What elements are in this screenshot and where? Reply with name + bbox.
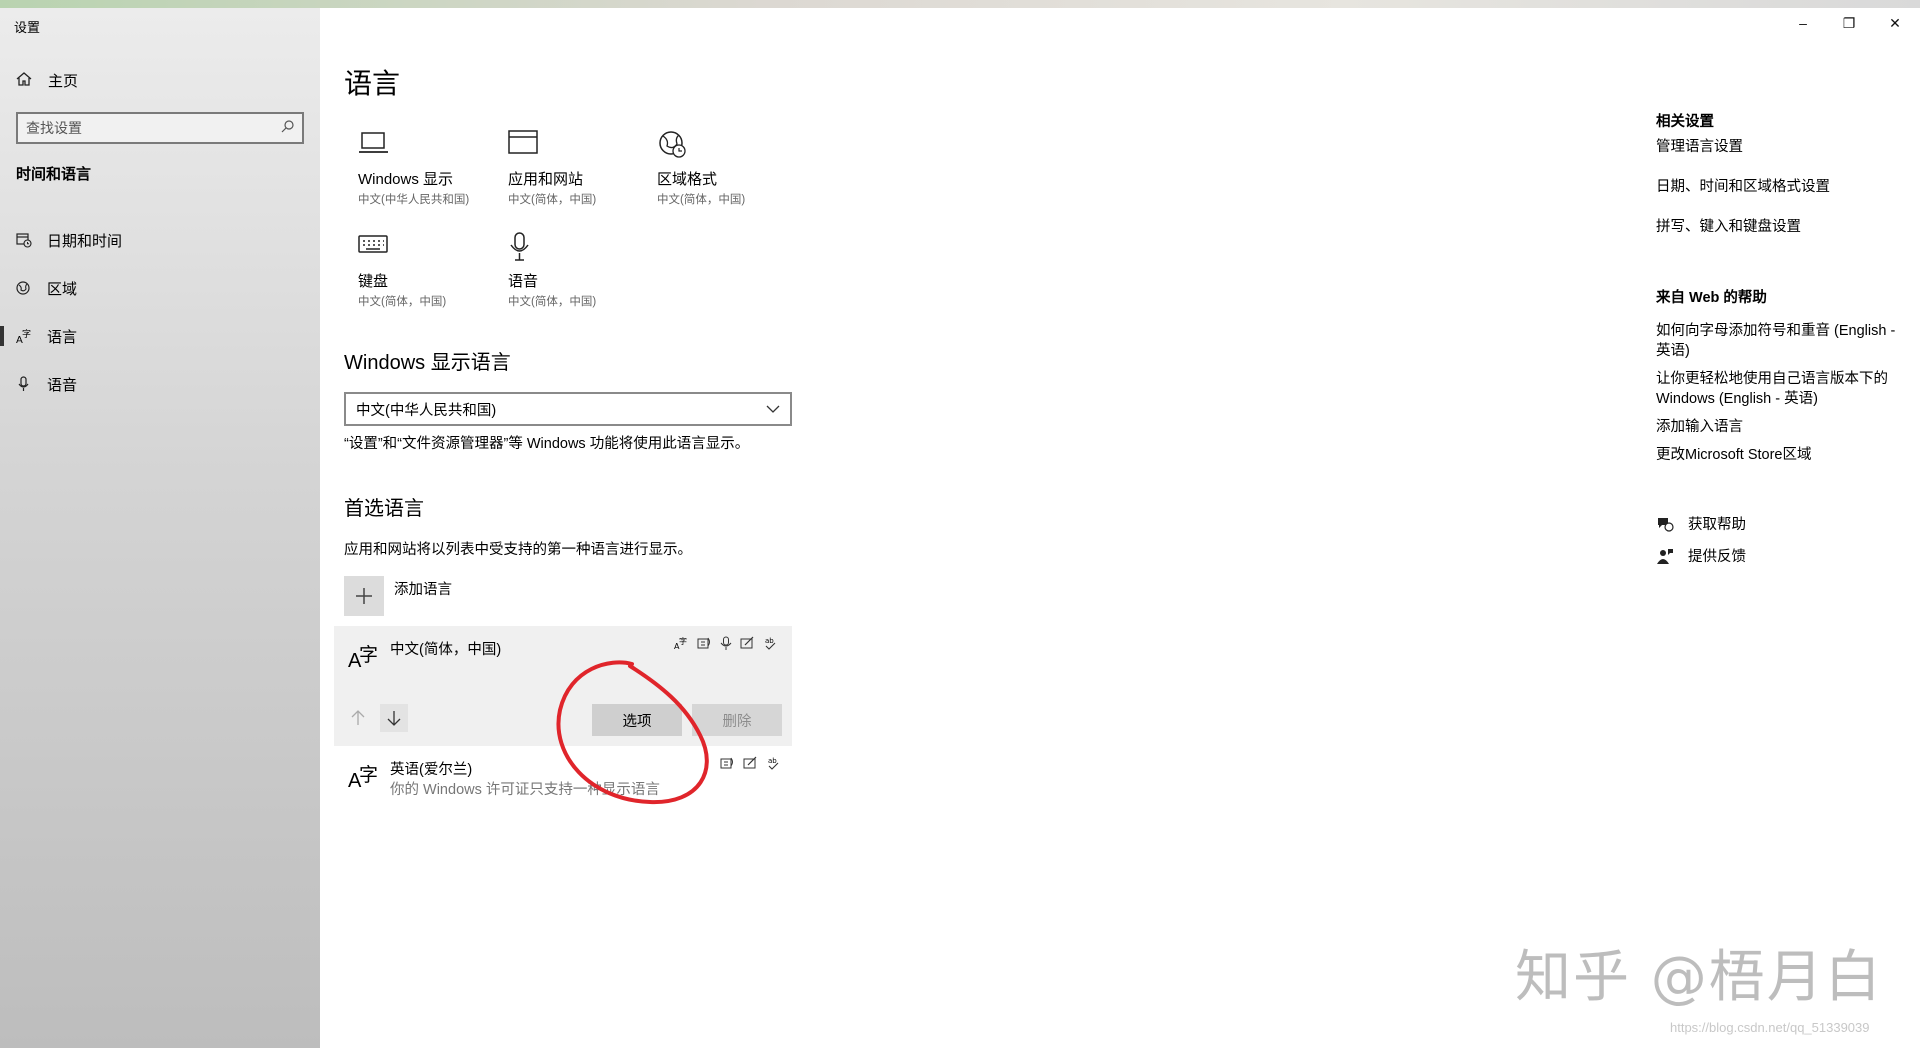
svg-text:ab: ab — [768, 757, 777, 765]
move-up-button[interactable] — [344, 704, 372, 732]
region-format-icon — [657, 130, 797, 164]
related-settings-heading: 相关设置 — [1656, 114, 1714, 130]
preferred-languages-note: 应用和网站将以列表中受支持的第一种语言进行显示。 — [344, 542, 692, 558]
svg-text:ab: ab — [765, 637, 774, 645]
tile-windows-display[interactable]: Windows 显示 中文(中华人民共和国) — [358, 130, 498, 207]
chat-help-icon — [1658, 517, 1674, 532]
page-title: 语言 — [344, 68, 401, 99]
text-to-speech-feature-icon — [720, 757, 733, 769]
search-input[interactable]: 查找设置 — [16, 112, 304, 144]
restore-button[interactable]: ❐ — [1826, 8, 1872, 38]
link-add-input-language[interactable]: 添加输入语言 — [1656, 417, 1906, 437]
title-strip — [0, 0, 1920, 8]
arrow-up-icon — [351, 710, 365, 725]
tile-value: 中文(简体，中国) — [657, 194, 746, 206]
calendar-clock-icon — [16, 232, 32, 248]
minimize-button[interactable]: – — [1780, 8, 1826, 38]
app-title: 设置 — [14, 20, 41, 35]
tile-apps-websites[interactable]: 应用和网站 中文(简体，中国) — [508, 130, 648, 207]
plus-icon — [356, 588, 372, 604]
link-accents-help[interactable]: 如何向字母添加符号和重音 (English - 英语) — [1656, 321, 1906, 361]
home-icon — [16, 71, 48, 91]
link-spelling-typing-keyboard[interactable]: 拼写、键入和键盘设置 — [1656, 217, 1906, 237]
language-icon: A字 — [16, 328, 32, 344]
handwriting-feature-icon — [740, 636, 754, 649]
tile-name: 语音 — [508, 273, 539, 290]
link-date-time-region[interactable]: 日期、时间和区域格式设置 — [1656, 177, 1906, 197]
search-placeholder: 查找设置 — [26, 120, 82, 136]
sidebar-item-label: 语言 — [47, 328, 78, 346]
section-title: 时间和语言 — [16, 166, 92, 183]
language-name: 英语(爱尔兰) — [390, 762, 473, 778]
display-language-heading: Windows 显示语言 — [344, 352, 511, 374]
language-license-note: 你的 Windows 许可证只支持一种显示语言 — [390, 782, 660, 798]
svg-text:字: 字 — [22, 328, 31, 340]
display-language-feature-icon: A字 — [674, 636, 687, 650]
sidebar-item-speech[interactable]: 语音 — [0, 362, 320, 406]
svg-text:字: 字 — [679, 636, 687, 646]
display-language-value: 中文(中华人民共和国) — [356, 402, 497, 419]
sidebar-item-region[interactable]: 区域 — [0, 266, 320, 310]
microphone-icon — [16, 376, 32, 392]
language-glyph-icon: A字 — [348, 645, 379, 672]
text-to-speech-feature-icon — [697, 637, 710, 649]
spell-check-feature-icon: ab — [765, 637, 776, 650]
keyboard-icon — [358, 232, 498, 266]
preferred-languages-heading: 首选语言 — [344, 498, 424, 520]
tile-keyboard[interactable]: 键盘 中文(简体，中国) — [358, 232, 498, 309]
display-language-note: “设置”和“文件资源管理器”等 Windows 功能将使用此语言显示。 — [344, 436, 750, 452]
feedback-icon — [1657, 548, 1673, 564]
tile-region-format[interactable]: 区域格式 中文(简体，中国) — [657, 130, 797, 207]
chevron-down-icon — [766, 401, 780, 417]
get-help-label: 获取帮助 — [1688, 517, 1746, 533]
tile-name: 应用和网站 — [508, 171, 584, 188]
tile-speech[interactable]: 语音 中文(简体，中国) — [508, 232, 648, 309]
sidebar-item-label: 区域 — [47, 280, 78, 298]
sidebar-item-label: 日期和时间 — [47, 232, 123, 250]
tile-value: 中文(简体，中国) — [508, 296, 597, 308]
sidebar-item-date-time[interactable]: 日期和时间 — [0, 218, 320, 262]
tile-name: 区域格式 — [657, 171, 718, 188]
link-own-language-help[interactable]: 让你更轻松地使用自己语言版本下的 Windows (English - 英语) — [1656, 369, 1906, 409]
feedback-link[interactable]: 提供反馈 — [1656, 545, 1746, 566]
arrow-down-icon — [387, 711, 401, 726]
watermark: 知乎 @梧月白 — [1515, 945, 1883, 1010]
tile-name: 键盘 — [358, 273, 389, 290]
close-button[interactable]: ✕ — [1872, 8, 1918, 38]
add-language-button[interactable] — [344, 576, 384, 616]
tile-value: 中文(中华人民共和国) — [358, 194, 470, 206]
link-change-store-region[interactable]: 更改Microsoft Store区域 — [1656, 445, 1906, 465]
watermark-url: https://blog.csdn.net/qq_51339039 — [1670, 1020, 1870, 1035]
laptop-icon — [358, 130, 498, 164]
tile-value: 中文(简体，中国) — [358, 296, 447, 308]
handwriting-feature-icon — [743, 756, 757, 769]
display-language-select[interactable]: 中文(中华人民共和国) — [344, 392, 792, 426]
link-manage-language[interactable]: 管理语言设置 — [1656, 137, 1906, 157]
globe-icon — [16, 280, 32, 296]
move-down-button[interactable] — [380, 704, 408, 732]
language-glyph-icon: A字 — [348, 765, 379, 792]
microphone-icon — [508, 232, 648, 266]
options-button[interactable]: 选项 — [592, 704, 682, 736]
sidebar-item-language[interactable]: A字 语言 — [0, 314, 320, 358]
add-language-label: 添加语言 — [394, 582, 452, 598]
feedback-label: 提供反馈 — [1688, 549, 1746, 565]
remove-button[interactable]: 删除 — [692, 704, 782, 736]
search-icon — [281, 120, 294, 136]
language-features: ab — [720, 756, 781, 770]
sidebar-item-label: 语音 — [47, 376, 78, 394]
spell-check-feature-icon: ab — [768, 757, 779, 770]
window-icon — [508, 130, 648, 164]
nav-home-label: 主页 — [48, 73, 79, 90]
language-features: A字 ab — [674, 636, 778, 650]
tile-value: 中文(简体，中国) — [508, 194, 597, 206]
web-help-heading: 来自 Web 的帮助 — [1656, 290, 1767, 306]
sidebar: 设置 主页 查找设置 时间和语言 日期和时间 区域 A字 语言 语音 — [0, 8, 320, 1048]
nav-home[interactable]: 主页 — [16, 70, 78, 91]
language-name: 中文(简体，中国) — [390, 642, 502, 658]
add-language-row[interactable]: 添加语言 — [344, 576, 452, 616]
tile-name: Windows 显示 — [358, 171, 454, 188]
get-help-link[interactable]: 获取帮助 — [1656, 513, 1746, 534]
speech-feature-icon — [720, 636, 732, 650]
